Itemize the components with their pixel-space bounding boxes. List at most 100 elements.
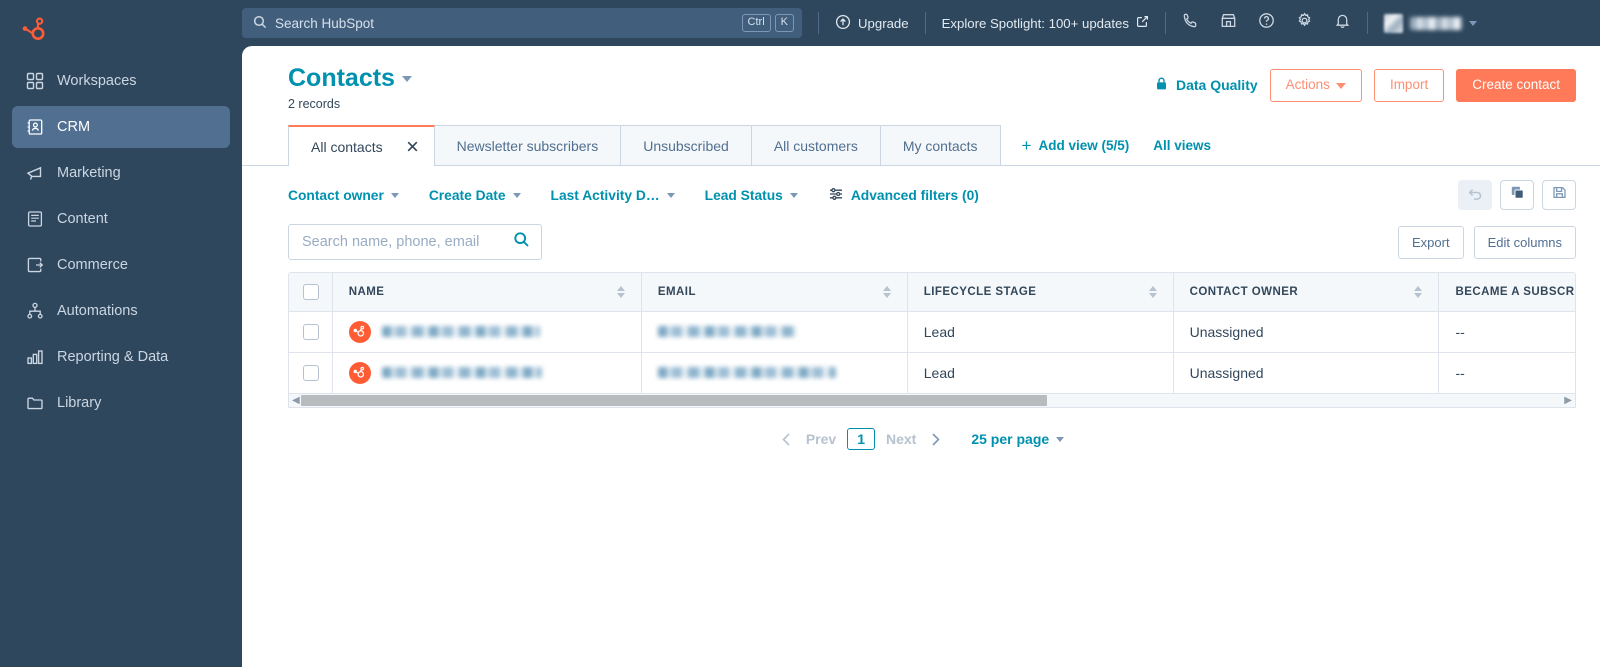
- search-input[interactable]: [302, 234, 513, 250]
- next-page-button[interactable]: Next: [886, 431, 916, 447]
- page-number-1[interactable]: 1: [847, 428, 875, 450]
- tab-newsletter-subscribers[interactable]: Newsletter subscribers: [433, 125, 622, 165]
- kbd-k: K: [774, 13, 794, 33]
- undo-icon: [1467, 185, 1483, 206]
- undo-button[interactable]: [1458, 180, 1492, 210]
- edit-columns-button[interactable]: Edit columns: [1473, 225, 1576, 259]
- tab-my-contacts[interactable]: My contacts: [879, 125, 1001, 165]
- tab-all-customers[interactable]: All customers: [750, 125, 881, 165]
- tab-all-contacts[interactable]: All contacts: [288, 125, 435, 166]
- create-contact-button[interactable]: Create contact: [1456, 69, 1576, 102]
- scrollbar-thumb[interactable]: [301, 395, 1047, 406]
- column-header-lifecycle-stage[interactable]: LIFECYCLE STAGE: [907, 273, 1174, 312]
- column-label: LIFECYCLE STAGE: [923, 285, 1037, 298]
- column-header-email[interactable]: EMAIL: [641, 273, 908, 312]
- marketplace-icon[interactable]: [1220, 12, 1237, 34]
- sidebar-item-label: Library: [57, 395, 102, 411]
- prev-page-button[interactable]: Prev: [806, 431, 836, 447]
- lock-icon: [1154, 76, 1169, 94]
- sidebar-item-automations[interactable]: Automations: [12, 290, 230, 332]
- cell-email[interactable]: [641, 311, 908, 353]
- chevron-down-icon: [1056, 436, 1065, 442]
- sidebar-item-crm[interactable]: CRM: [12, 106, 230, 148]
- kbd-ctrl: Ctrl: [741, 13, 771, 33]
- column-header-became-a-subscriber[interactable]: BECAME A SUBSCRIBER: [1438, 273, 1575, 312]
- save-view-button[interactable]: [1542, 180, 1576, 210]
- table-row[interactable]: Lead Unassigned --: [289, 352, 1575, 393]
- sidebar-item-marketing[interactable]: Marketing: [12, 152, 230, 194]
- spotlight-label: Explore Spotlight: 100+ updates: [941, 15, 1129, 31]
- sidebar-item-commerce[interactable]: Commerce: [12, 244, 230, 286]
- sidebar-item-library[interactable]: Library: [12, 382, 230, 424]
- cell-name[interactable]: [332, 352, 642, 393]
- sort-toggle-icon[interactable]: [1148, 285, 1157, 298]
- column-label: CONTACT OWNER: [1189, 285, 1299, 298]
- workflow-icon: [26, 302, 44, 320]
- sidebar-item-workspaces[interactable]: Workspaces: [12, 60, 230, 102]
- account-menu[interactable]: [1383, 13, 1477, 33]
- sort-toggle-icon[interactable]: [882, 285, 891, 298]
- spotlight-link[interactable]: Explore Spotlight: 100+ updates: [942, 15, 1149, 31]
- per-page-selector[interactable]: 25 per page: [971, 431, 1065, 447]
- table-header: NAME EMAIL LIFECYCLE STAGE CONTACT OWNER…: [289, 273, 1575, 312]
- help-icon[interactable]: [1258, 12, 1275, 34]
- search-icon[interactable]: [513, 231, 530, 253]
- scroll-left-icon[interactable]: ◀: [292, 395, 300, 406]
- cell-lifecycle-stage: Lead: [907, 352, 1174, 393]
- table-search-box[interactable]: [288, 224, 542, 260]
- hubspot-contact-avatar: [348, 361, 371, 384]
- contact-email-redacted: [657, 326, 796, 337]
- close-icon[interactable]: [405, 139, 420, 154]
- row-checkbox[interactable]: [303, 364, 319, 381]
- contact-email-redacted: [657, 367, 836, 379]
- import-button[interactable]: Import: [1373, 69, 1445, 102]
- prev-page-arrow-icon[interactable]: [778, 431, 795, 448]
- folder-icon: [26, 394, 44, 412]
- table-body: Lead Unassigned -- Lead Unassigned --: [289, 311, 1575, 393]
- filter-contact-owner[interactable]: Contact owner: [288, 188, 399, 203]
- hubspot-logo[interactable]: [0, 6, 242, 52]
- advanced-filters-button[interactable]: Advanced filters (0): [828, 186, 979, 205]
- clone-view-button[interactable]: [1500, 180, 1534, 210]
- next-page-arrow-icon[interactable]: [927, 431, 944, 448]
- tab-unsubscribed[interactable]: Unsubscribed: [620, 125, 752, 165]
- row-checkbox[interactable]: [303, 323, 319, 340]
- data-quality-link[interactable]: Data Quality: [1154, 76, 1258, 94]
- filter-label: Last Activity D…: [550, 187, 660, 203]
- per-page-label: 25 per page: [971, 431, 1050, 447]
- column-header-contact-owner[interactable]: CONTACT OWNER: [1173, 273, 1440, 312]
- chevron-down-icon: [512, 192, 521, 198]
- sidebar-item-reporting-and-data[interactable]: Reporting & Data: [12, 336, 230, 378]
- clone-view-icon: [1510, 185, 1525, 205]
- column-header-name[interactable]: NAME: [332, 273, 642, 312]
- scroll-right-icon[interactable]: ▶: [1564, 395, 1572, 406]
- filter-last-activity-date[interactable]: Last Activity D…: [551, 188, 675, 203]
- table-tool-buttons: Export Edit columns: [1398, 225, 1576, 259]
- select-all-checkbox[interactable]: [303, 283, 319, 300]
- cell-email[interactable]: [641, 352, 908, 393]
- column-label: EMAIL: [657, 285, 696, 298]
- upgrade-button[interactable]: Upgrade: [835, 14, 909, 33]
- actions-button[interactable]: Actions: [1269, 69, 1362, 102]
- hubspot-sprocket-logo: [22, 17, 45, 40]
- add-view-button[interactable]: + Add view (5/5): [1022, 137, 1130, 154]
- filter-create-date[interactable]: Create Date: [429, 188, 521, 203]
- phone-icon[interactable]: [1182, 12, 1199, 34]
- megaphone-icon: [26, 164, 44, 182]
- all-views-link[interactable]: All views: [1153, 138, 1211, 153]
- advanced-filters-label: Advanced filters (0): [850, 187, 979, 203]
- sort-toggle-icon[interactable]: [1414, 285, 1423, 298]
- horizontal-scrollbar[interactable]: ◀ ▶: [289, 393, 1575, 407]
- notifications-bell-icon[interactable]: [1334, 12, 1351, 34]
- settings-gear-icon[interactable]: [1296, 12, 1313, 34]
- filter-lead-status[interactable]: Lead Status: [705, 188, 798, 203]
- external-link-icon: [1136, 15, 1149, 31]
- sidebar-item-content[interactable]: Content: [12, 198, 230, 240]
- table-row[interactable]: Lead Unassigned --: [289, 311, 1575, 353]
- export-button[interactable]: Export: [1398, 225, 1464, 259]
- page-title[interactable]: Contacts: [288, 64, 412, 93]
- sort-toggle-icon[interactable]: [616, 285, 625, 298]
- cell-name[interactable]: [332, 311, 642, 353]
- chevron-down-icon: [1468, 20, 1477, 26]
- global-search-input[interactable]: Search HubSpot Ctrl K: [242, 8, 802, 38]
